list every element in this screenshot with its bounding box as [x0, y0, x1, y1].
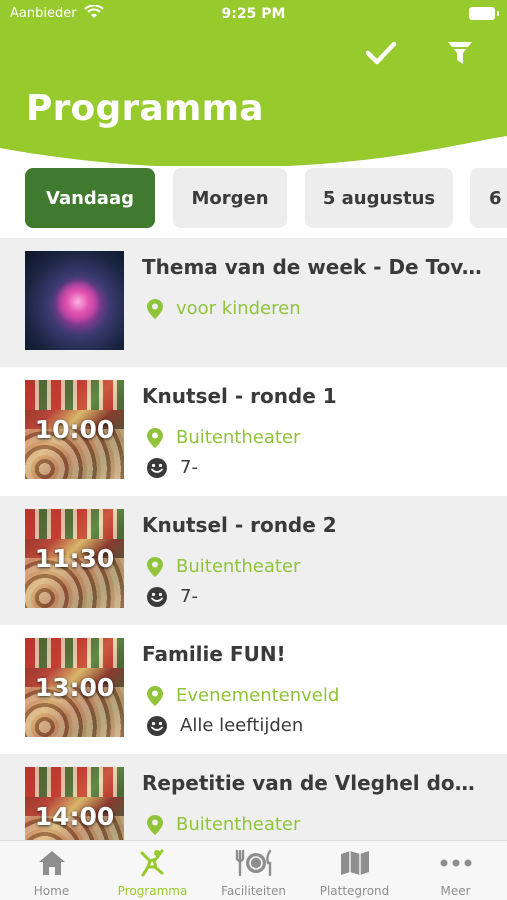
status-bar: Aanbieder 9:25 PM — [0, 0, 507, 28]
event-age: 7- — [147, 457, 198, 478]
event-row[interactable]: Thema van de week - De Tov... voor kinde… — [0, 238, 507, 367]
event-location-label: voor kinderen — [176, 298, 301, 319]
smiley-icon — [147, 715, 167, 736]
event-row[interactable]: 14:00 Repetitie van de Vleghel doe... Bu… — [0, 754, 507, 840]
page-title: Programma — [26, 88, 264, 129]
event-list[interactable]: Thema van de week - De Tov... voor kinde… — [0, 238, 507, 840]
bottom-tab-bar: Home Programma Faciliteiten Plattegrond … — [0, 840, 507, 900]
event-age-label: 7- — [180, 457, 198, 478]
tabbar-label: Faciliteiten — [221, 884, 286, 898]
event-location-label: Evenementenveld — [176, 685, 340, 706]
event-age: Alle leeftijden — [147, 715, 303, 736]
event-time: 10:00 — [34, 415, 115, 444]
filter-button[interactable] — [443, 36, 477, 70]
date-tabs: Vandaag Morgen 5 augustus 6 a — [0, 166, 507, 230]
filter-icon — [448, 42, 472, 64]
event-row[interactable]: 10:00 Knutsel - ronde 1 Buitentheater 7- — [0, 367, 507, 496]
check-icon — [365, 41, 397, 65]
event-location-label: Buitentheater — [176, 814, 301, 835]
smiley-icon — [147, 586, 167, 607]
tab-vandaag[interactable]: Vandaag — [25, 168, 155, 228]
event-location: Evenementenveld — [147, 685, 339, 706]
tabbar-item-faciliteiten[interactable]: Faciliteiten — [203, 841, 304, 900]
event-row[interactable]: 11:30 Knutsel - ronde 2 Buitentheater 7- — [0, 496, 507, 625]
location-pin-icon — [147, 685, 163, 706]
tabbar-item-home[interactable]: Home — [1, 841, 102, 900]
event-title: Knutsel - ronde 1 — [142, 384, 337, 408]
event-location-label: Buitentheater — [176, 556, 301, 577]
home-icon — [38, 851, 65, 875]
battery-icon — [469, 7, 499, 20]
event-title: Knutsel - ronde 2 — [142, 513, 337, 537]
tabbar-label: Meer — [440, 884, 471, 898]
event-thumbnail: 13:00 — [25, 638, 124, 737]
tab-morgen[interactable]: Morgen — [173, 168, 287, 228]
event-row[interactable]: 13:00 Familie FUN! Evenementenveld Alle … — [0, 625, 507, 754]
tabbar-label: Plattegrond — [319, 884, 390, 898]
utensils-icon — [235, 849, 271, 877]
tab-6-augustus[interactable]: 6 a — [470, 168, 507, 228]
location-pin-icon — [147, 556, 163, 577]
event-location: Buitentheater — [147, 556, 300, 577]
event-location: Buitentheater — [147, 814, 300, 835]
check-button[interactable] — [364, 36, 398, 70]
status-time: 9:25 PM — [221, 6, 286, 22]
tabbar-label: Home — [33, 884, 70, 898]
event-time: 14:00 — [34, 802, 115, 831]
map-icon — [340, 851, 369, 875]
location-pin-icon — [147, 298, 163, 319]
location-pin-icon — [147, 814, 163, 835]
header: Aanbieder 9:25 PM Programma — [0, 0, 507, 170]
event-age-label: Alle leeftijden — [180, 715, 304, 736]
event-thumbnail: 14:00 — [25, 767, 124, 840]
event-location: Buitentheater — [147, 427, 300, 448]
event-thumbnail — [25, 251, 124, 350]
tabbar-item-meer[interactable]: Meer — [405, 841, 506, 900]
smiley-icon — [147, 457, 167, 478]
event-time: 11:30 — [34, 544, 115, 573]
dancer-icon — [140, 849, 163, 877]
event-title: Repetitie van de Vleghel doe... — [142, 771, 482, 795]
event-age-label: 7- — [180, 586, 198, 607]
event-location: voor kinderen — [147, 298, 301, 319]
event-title: Familie FUN! — [142, 642, 286, 666]
event-location-label: Buitentheater — [176, 427, 301, 448]
more-icon — [440, 859, 471, 867]
event-age: 7- — [147, 586, 198, 607]
tab-5-augustus[interactable]: 5 augustus — [305, 168, 453, 228]
tabbar-item-programma[interactable]: Programma — [102, 841, 203, 900]
tabbar-item-plattegrond[interactable]: Plattegrond — [304, 841, 405, 900]
event-thumbnail: 10:00 — [25, 380, 124, 479]
event-title: Thema van de week - De Tov... — [142, 255, 482, 279]
tabbar-label: Programma — [117, 884, 188, 898]
event-time: 13:00 — [34, 673, 115, 702]
event-thumbnail: 11:30 — [25, 509, 124, 608]
location-pin-icon — [147, 427, 163, 448]
